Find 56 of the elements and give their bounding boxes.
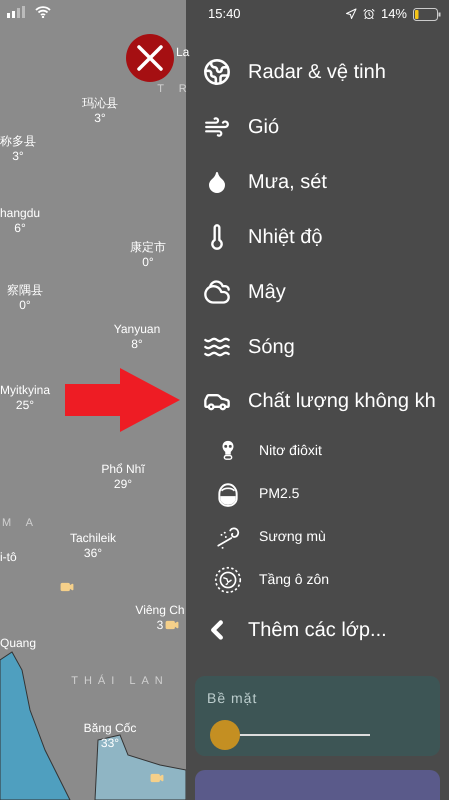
clock-time: 15:40	[208, 5, 241, 24]
region-name: THÁI LAN	[71, 674, 169, 689]
location-icon	[344, 8, 357, 20]
temperature: 29°	[114, 477, 132, 492]
wifi-icon	[35, 6, 51, 18]
temperature: 3	[156, 618, 164, 633]
battery-icon	[413, 8, 441, 20]
place-name: i-tô	[0, 550, 17, 565]
place-name: Myitkyina	[0, 383, 50, 398]
cloud-icon	[203, 278, 231, 306]
place-name: 玛沁县	[82, 96, 118, 111]
webcam-icon	[165, 618, 179, 632]
globe-icon	[203, 58, 231, 86]
place-name: 康定市	[130, 240, 166, 255]
temperature: 0°	[19, 298, 31, 313]
region-name: M A	[2, 516, 39, 531]
temperature: 3°	[12, 149, 24, 164]
menu-item[interactable]: Gió	[186, 100, 449, 155]
temperature: 33°	[100, 736, 120, 751]
webcam-icon	[60, 580, 74, 594]
temperature: 6°	[14, 221, 26, 236]
menu-subitem[interactable]: Tầng ô zôn	[186, 558, 449, 602]
alarm-icon	[362, 8, 375, 20]
altitude-slider-thumb[interactable]	[210, 720, 240, 750]
temperature: 25°	[16, 398, 34, 413]
temperature: 8°	[131, 337, 143, 352]
close-icon	[137, 45, 163, 71]
menu-item[interactable]: Mưa, sét	[186, 154, 449, 210]
place-name: Yanyuan	[114, 322, 160, 337]
place-name: Tachileik	[70, 531, 116, 546]
temperature: 3°	[94, 111, 106, 126]
menu-item[interactable]: Sóng	[186, 319, 449, 374]
altitude-label: Bề mặt	[207, 689, 258, 708]
altitude-slider[interactable]	[210, 720, 370, 750]
place-name: Viêng Ch	[135, 603, 185, 618]
place-name: Băng Cốc	[84, 721, 136, 736]
place-name: 察隅县	[7, 283, 43, 298]
menu-subitem[interactable]: Sương mù	[186, 515, 449, 558]
menu-item[interactable]: Chất lượng không kh	[186, 374, 449, 429]
place-name: hangdu	[0, 206, 40, 221]
more-layers-button[interactable]: Thêm các lớp...	[186, 601, 449, 658]
place-name: 称多县	[0, 134, 36, 149]
temperature: 36°	[84, 546, 102, 561]
battery-percent: 14%	[380, 5, 407, 24]
place-name: Phổ Nhĩ	[101, 462, 145, 477]
temperature: 0°	[142, 255, 154, 270]
menu-item[interactable]: Nhiệt độ	[186, 210, 449, 264]
webcam-icon	[150, 771, 164, 785]
menu-subitem[interactable]: Nitơ điôxit	[186, 428, 449, 472]
close-button[interactable]	[126, 34, 174, 82]
menu-item[interactable]: Mây	[186, 264, 449, 320]
place-name: Quang	[0, 636, 36, 651]
ozone-icon	[214, 566, 242, 594]
menu-subitem[interactable]: PM2.5	[186, 472, 449, 516]
signal-icon	[7, 6, 27, 18]
arrow-icon	[65, 368, 180, 432]
